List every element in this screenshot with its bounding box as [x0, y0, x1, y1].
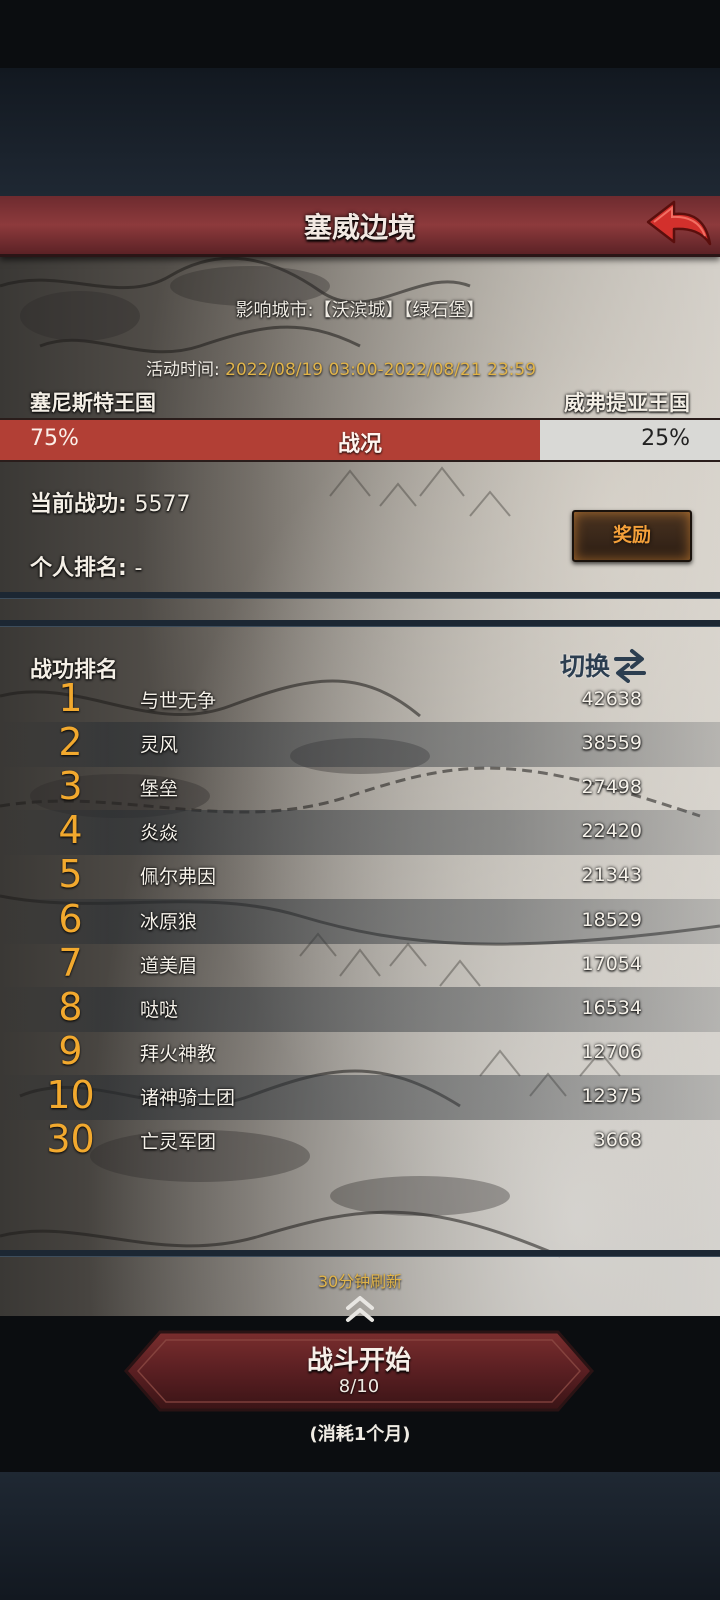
rank-score: 21343 — [581, 864, 642, 887]
bottom-background — [0, 1472, 720, 1600]
section-divider — [0, 592, 720, 598]
rank-score: 3668 — [593, 1129, 642, 1151]
rank-player-name: 亡灵军团 — [140, 1131, 217, 1153]
merit-value: 5577 — [134, 492, 191, 517]
rank-number: 9 — [58, 1028, 83, 1073]
rank-player-name: 与世无争 — [140, 690, 217, 712]
rank-number: 3 — [58, 764, 83, 809]
rank-number: 4 — [58, 808, 83, 853]
event-panel: 塞威边境 影响城市:【沃滨城】【绿石堡】 活动时间: 2022/08/19 03… — [0, 196, 720, 1472]
rank-player-name: 拜火神教 — [140, 1042, 217, 1065]
rank-player-name: 道美眉 — [140, 954, 198, 977]
rank-number: 2 — [58, 720, 83, 765]
personal-rank: 个人排名: - — [30, 550, 142, 582]
rank-player-name: 冰原狼 — [140, 910, 198, 933]
rank-score: 38559 — [581, 732, 642, 755]
rank-player-name: 诸神骑士团 — [140, 1086, 236, 1109]
double-chevron-up-icon — [346, 1296, 374, 1322]
section-divider — [0, 1250, 720, 1256]
back-button[interactable] — [644, 198, 714, 250]
battle-count: 8/10 — [338, 1376, 380, 1397]
rank-score: 17054 — [581, 952, 642, 975]
expand-button[interactable] — [340, 1290, 380, 1326]
rank-number: 10 — [46, 1072, 95, 1117]
rank-score: 16534 — [581, 996, 642, 1019]
rank-value: - — [134, 556, 143, 581]
rank-score: 22420 — [581, 820, 642, 843]
rank-number: 5 — [58, 852, 83, 897]
ranking-row: 9 拜火神教 12706 — [0, 1028, 720, 1076]
ranking-row: 3 堡垒 27498 — [0, 764, 720, 811]
rank-number: 30 — [46, 1117, 95, 1161]
ranking-row: 1 与世无争 42638 — [0, 676, 720, 723]
rank-score: 12706 — [581, 1040, 642, 1063]
refresh-text: 30分钟刷新 — [317, 1272, 403, 1291]
battle-start-button[interactable]: 战斗开始 8/10 — [124, 1330, 594, 1412]
event-time-label: 活动时间: — [146, 360, 220, 380]
rank-player-name: 灵风 — [140, 734, 179, 757]
event-time-value: 2022/08/19 03:00-2022/08/21 23:59 — [225, 360, 537, 380]
rank-player-name: 炎焱 — [140, 822, 179, 845]
influence-label: 影响城市: — [235, 300, 314, 321]
event-time: 活动时间: 2022/08/19 03:00-2022/08/21 23:59 — [146, 355, 536, 380]
ranking-row: 5 佩尔弗因 21343 — [0, 852, 720, 899]
ranking-row: 7 道美眉 17054 — [0, 940, 720, 988]
influence-value: 【沃滨城】【绿石堡】 — [313, 300, 485, 321]
influence-cities: 影响城市:【沃滨城】【绿石堡】 — [0, 296, 720, 322]
rank-score: 12375 — [581, 1084, 642, 1107]
rank-score: 42638 — [581, 688, 642, 710]
right-kingdom-name: 威弗提亚王国 — [564, 391, 690, 415]
rank-player-name: 哒哒 — [140, 998, 179, 1021]
rank-number: 1 — [58, 676, 83, 720]
war-status-bar: 75% 战况 25% — [0, 418, 720, 462]
war-status-label: 战况 — [337, 432, 382, 457]
rank-player-name: 堡垒 — [140, 778, 179, 801]
page-title: 塞威边境 — [303, 211, 416, 244]
section-divider — [0, 620, 720, 626]
merit-label: 当前战功: — [30, 492, 127, 517]
battle-start-label: 战斗开始 — [306, 1346, 411, 1376]
rank-player-name: 佩尔弗因 — [140, 866, 217, 889]
top-background — [0, 68, 720, 196]
ranking-row: 8 哒哒 16534 — [0, 984, 720, 1032]
title-bar: 塞威边境 — [0, 196, 720, 257]
current-merit: 当前战功: 5577 — [30, 486, 190, 518]
rank-score: 27498 — [581, 776, 642, 799]
back-arrow-icon — [646, 200, 712, 246]
ranking-row: 10 诸神骑士团 12375 — [0, 1072, 720, 1120]
rank-number: 8 — [58, 984, 83, 1029]
right-percent: 25% — [641, 426, 690, 451]
rank-number: 6 — [58, 896, 83, 941]
rank-number: 7 — [58, 940, 83, 985]
ranking-row: 4 炎焱 22420 — [0, 808, 720, 856]
rank-label: 个人排名: — [30, 556, 127, 581]
battle-cost: (消耗1个月) — [309, 1424, 411, 1445]
left-kingdom-name: 塞尼斯特王国 — [30, 391, 156, 415]
ranking-row: 30 亡灵军团 3668 — [0, 1117, 720, 1164]
ranking-row: 6 冰原狼 18529 — [0, 896, 720, 944]
ranking-row: 2 灵风 38559 — [0, 720, 720, 768]
reward-button[interactable]: 奖励 — [572, 510, 692, 562]
rank-score: 18529 — [581, 908, 642, 931]
